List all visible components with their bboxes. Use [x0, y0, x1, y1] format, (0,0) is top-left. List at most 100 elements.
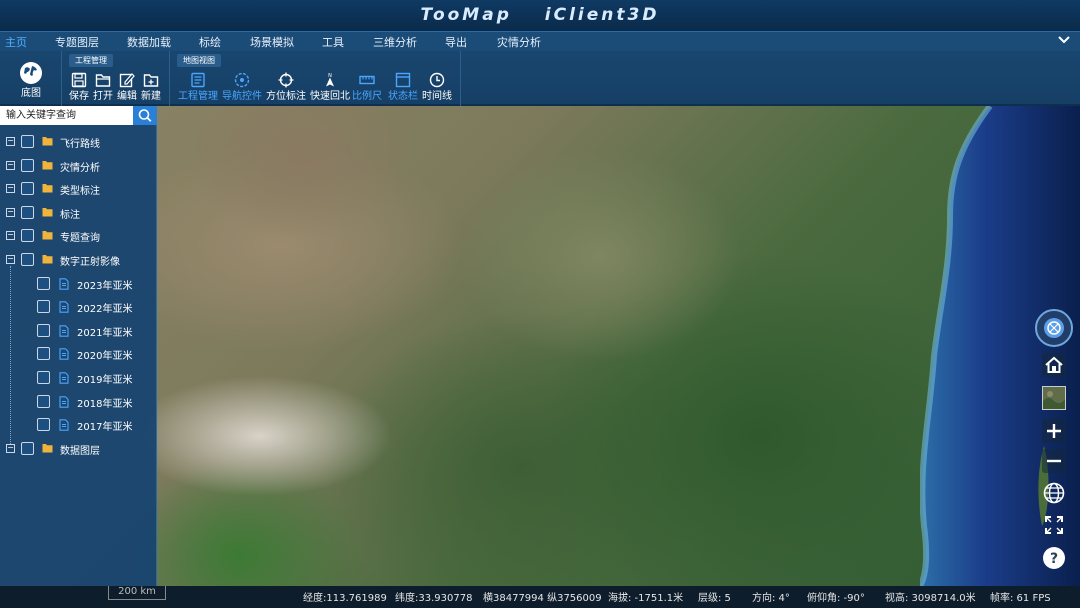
status-bar: 200 km 经度:113.761989 纬度:33.930778 横38477…: [0, 586, 1080, 608]
compass-navigator[interactable]: [1034, 308, 1074, 348]
tree-folder-node[interactable]: − 数字正射影像: [0, 251, 157, 269]
quick-north-button[interactable]: N 快速回北: [308, 72, 352, 103]
menu-item-home[interactable]: 主页: [3, 34, 29, 54]
layer-checkbox[interactable]: [21, 182, 34, 196]
expand-toggle-icon[interactable]: −: [6, 231, 15, 241]
layer-tree-panel: − 飞行路线 − 灾情分析 − 类型标注 − 标注 − 专题查询 − 数字正射影像 2023年亚米 202…: [0, 106, 157, 586]
clock-icon: [420, 72, 454, 91]
layer-checkbox[interactable]: [21, 158, 34, 172]
tree-node-label[interactable]: 2022年亚米: [77, 300, 132, 315]
menu-item-plotting[interactable]: 标绘: [199, 34, 221, 50]
basemap-thumbnail-button[interactable]: [1042, 386, 1066, 410]
expand-toggle-icon[interactable]: −: [6, 207, 15, 217]
layer-checkbox[interactable]: [37, 371, 50, 384]
layer-checkbox[interactable]: [21, 205, 34, 219]
north-arrow-icon: N: [308, 72, 352, 91]
layer-checkbox[interactable]: [37, 347, 50, 361]
tree-folder-node[interactable]: − 类型标注: [0, 180, 157, 198]
layer-checkbox[interactable]: [21, 441, 34, 455]
status-bar-toggle[interactable]: 状态栏: [386, 72, 420, 103]
tree-folder-node[interactable]: − 灾情分析: [0, 157, 157, 175]
document-icon: [59, 301, 69, 316]
document-icon: [59, 419, 69, 434]
tree-node-label[interactable]: 专题查询: [60, 229, 100, 244]
fullscreen-button[interactable]: [1042, 513, 1066, 537]
tree-node-label[interactable]: 2018年亚米: [77, 395, 132, 410]
layer-checkbox[interactable]: [37, 418, 50, 432]
tree-node-label[interactable]: 标注: [60, 206, 80, 221]
timeline-toggle-label: 时间线: [422, 91, 452, 102]
help-button[interactable]: ?: [1042, 546, 1066, 570]
tree-layer-node[interactable]: 2021年亚米: [0, 322, 157, 340]
tree-node-label[interactable]: 2019年亚米: [77, 371, 132, 386]
globe-icon: [17, 61, 45, 88]
home-button[interactable]: [1042, 353, 1066, 377]
orientation-label-toggle[interactable]: 方位标注: [264, 72, 308, 103]
quick-north-label: 快速回北: [310, 91, 350, 102]
tree-node-label[interactable]: 2017年亚米: [77, 418, 132, 433]
chevron-down-icon[interactable]: [1058, 33, 1070, 48]
edit-button[interactable]: 编辑: [116, 72, 138, 103]
tree-layer-node[interactable]: 2023年亚米: [0, 275, 157, 293]
open-button[interactable]: 打开: [92, 72, 114, 103]
project-management-toggle[interactable]: 工程管理: [176, 72, 220, 103]
menu-item-tools[interactable]: 工具: [322, 34, 344, 50]
layer-checkbox[interactable]: [37, 323, 50, 337]
menu-item-data-loading[interactable]: 数据加载: [127, 34, 171, 50]
tree-layer-node[interactable]: 2017年亚米: [0, 416, 157, 434]
tree-folder-node[interactable]: − 飞行路线: [0, 133, 157, 151]
folder-icon: [42, 207, 53, 220]
expand-toggle-icon[interactable]: −: [6, 160, 15, 170]
tree-node-label[interactable]: 数字正射影像: [60, 253, 120, 268]
new-button[interactable]: 新建: [140, 72, 162, 103]
tree-folder-node[interactable]: − 数据图层: [0, 440, 157, 458]
scale-bar-toggle[interactable]: 比例尺: [352, 72, 382, 103]
menu-item-disaster-analysis[interactable]: 灾情分析: [497, 34, 541, 50]
map-viewport[interactable]: ?: [0, 106, 1080, 586]
tree-node-label[interactable]: 2021年亚米: [77, 324, 132, 339]
tree-folder-node[interactable]: − 标注: [0, 204, 157, 222]
tree-layer-node[interactable]: 2020年亚米: [0, 345, 157, 363]
tree-node-label[interactable]: 类型标注: [60, 182, 100, 197]
globe-view-button[interactable]: [1042, 481, 1066, 505]
menu-item-thematic-layers[interactable]: 专题图层: [55, 34, 99, 50]
tree-layer-node[interactable]: 2019年亚米: [0, 369, 157, 387]
menu-item-3d-analysis[interactable]: 三维分析: [373, 34, 417, 50]
tree-layer-node[interactable]: 2018年亚米: [0, 393, 157, 411]
zoom-out-button[interactable]: [1042, 449, 1066, 473]
tree-node-label[interactable]: 灾情分析: [60, 159, 100, 174]
plus-icon: [1047, 424, 1061, 438]
tree-node-label[interactable]: 2020年亚米: [77, 347, 132, 362]
expand-toggle-icon[interactable]: −: [6, 255, 15, 264]
search-input[interactable]: [0, 106, 133, 125]
tree-folder-node[interactable]: − 专题查询: [0, 227, 157, 245]
search-button[interactable]: [133, 106, 157, 125]
menu-item-scene-simulation[interactable]: 场景模拟: [250, 34, 294, 50]
layer-checkbox[interactable]: [21, 253, 34, 266]
expand-toggle-icon[interactable]: −: [6, 184, 15, 194]
help-icon: ?: [1043, 547, 1065, 569]
layer-checkbox[interactable]: [37, 300, 50, 314]
main-menu: 主页 专题图层 数据加载 标绘 场景模拟 工具 三维分析 导出 灾情分析: [0, 32, 1080, 54]
home-icon: [1045, 356, 1063, 373]
expand-toggle-icon[interactable]: −: [6, 443, 15, 453]
layers-panel-icon: [176, 72, 220, 91]
basemap-button[interactable]: 底图: [17, 61, 45, 100]
tree-layer-node[interactable]: 2022年亚米: [0, 298, 157, 316]
title-bar: TooMap iClient3D: [0, 0, 1080, 32]
layer-checkbox[interactable]: [37, 276, 50, 290]
navigation-control-toggle[interactable]: 导航控件: [220, 72, 264, 103]
expand-toggle-icon[interactable]: −: [6, 137, 15, 146]
layer-checkbox[interactable]: [37, 394, 50, 408]
ruler-icon: [352, 72, 382, 91]
timeline-toggle[interactable]: 时间线: [420, 72, 454, 103]
menu-item-export[interactable]: 导出: [445, 34, 467, 50]
tree-node-label[interactable]: 飞行路线: [60, 135, 100, 150]
layer-checkbox[interactable]: [21, 229, 34, 243]
layer-checkbox[interactable]: [21, 135, 34, 148]
tree-node-label[interactable]: 数据图层: [60, 442, 100, 457]
status-bar-toggle-label: 状态栏: [388, 91, 418, 102]
tree-node-label[interactable]: 2023年亚米: [77, 277, 132, 292]
save-button[interactable]: 保存: [68, 72, 90, 103]
zoom-in-button[interactable]: [1042, 419, 1066, 443]
